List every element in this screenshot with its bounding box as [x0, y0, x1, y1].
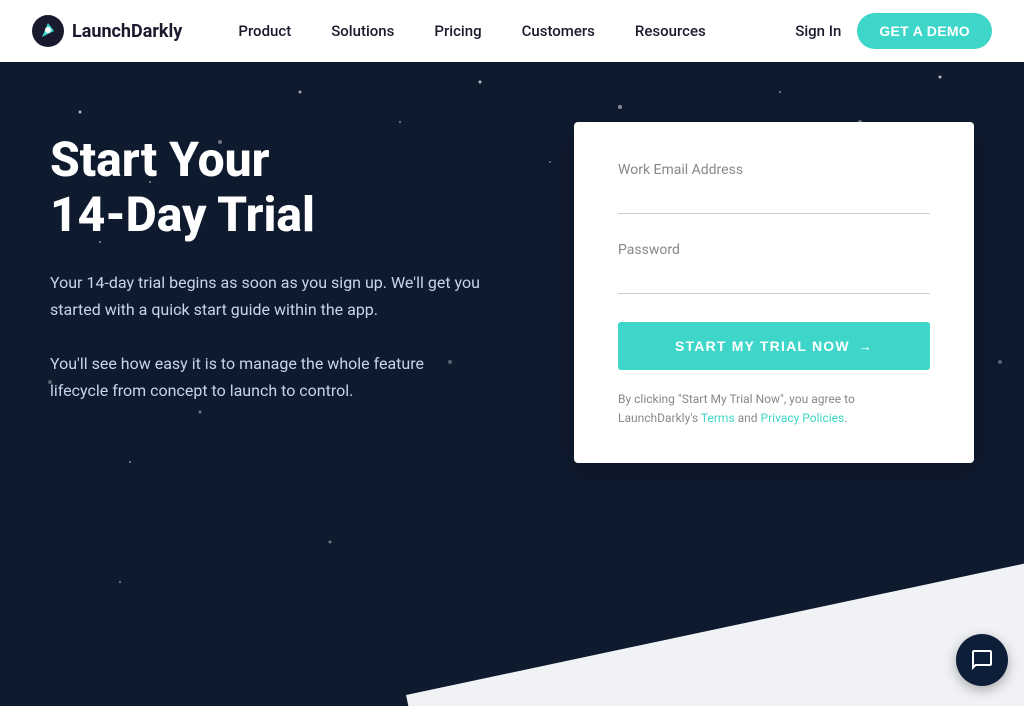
hero-body-2: You'll see how easy it is to manage the …	[50, 351, 480, 404]
hero-body-1: Your 14-day trial begins as soon as you …	[50, 270, 480, 323]
signup-form-card: Work Email Address Password START MY TRI…	[574, 122, 974, 463]
trial-btn-label: START MY TRIAL NOW	[675, 338, 850, 354]
password-label: Password	[618, 242, 930, 258]
email-input[interactable]	[618, 184, 930, 214]
logo-link[interactable]: LaunchDarkly	[32, 15, 182, 47]
legal-text: By clicking "Start My Trial Now", you ag…	[618, 390, 930, 427]
trial-btn-arrow: →	[858, 338, 873, 354]
start-trial-button[interactable]: START MY TRIAL NOW →	[618, 322, 930, 370]
email-label: Work Email Address	[618, 162, 930, 178]
navbar: LaunchDarkly Product Solutions Pricing C…	[0, 0, 1024, 62]
logo-text: LaunchDarkly	[72, 21, 182, 42]
nav-right: Sign In GET A DEMO	[795, 13, 992, 49]
terms-link[interactable]: Terms	[701, 411, 735, 425]
nav-item-solutions[interactable]: Solutions	[315, 16, 410, 46]
chat-icon	[970, 648, 994, 672]
nav-item-customers[interactable]: Customers	[506, 16, 611, 46]
signin-link[interactable]: Sign In	[795, 22, 841, 40]
nav-item-pricing[interactable]: Pricing	[418, 16, 497, 46]
chat-widget[interactable]	[956, 634, 1008, 686]
demo-button[interactable]: GET A DEMO	[857, 13, 992, 49]
privacy-link[interactable]: Privacy Policies	[761, 411, 845, 425]
hero-section: Start Your 14-Day Trial Your 14-day tria…	[0, 62, 1024, 706]
logo-icon	[32, 15, 64, 47]
password-input[interactable]	[618, 264, 930, 294]
email-field-group: Work Email Address	[618, 162, 930, 214]
nav-links: Product Solutions Pricing Customers Reso…	[222, 16, 795, 46]
nav-item-product[interactable]: Product	[222, 16, 307, 46]
password-field-group: Password	[618, 242, 930, 294]
hero-left: Start Your 14-Day Trial Your 14-day tria…	[50, 122, 494, 432]
nav-item-resources[interactable]: Resources	[619, 16, 722, 46]
hero-content: Start Your 14-Day Trial Your 14-day tria…	[0, 62, 1024, 463]
hero-headline: Start Your 14-Day Trial	[50, 132, 494, 242]
